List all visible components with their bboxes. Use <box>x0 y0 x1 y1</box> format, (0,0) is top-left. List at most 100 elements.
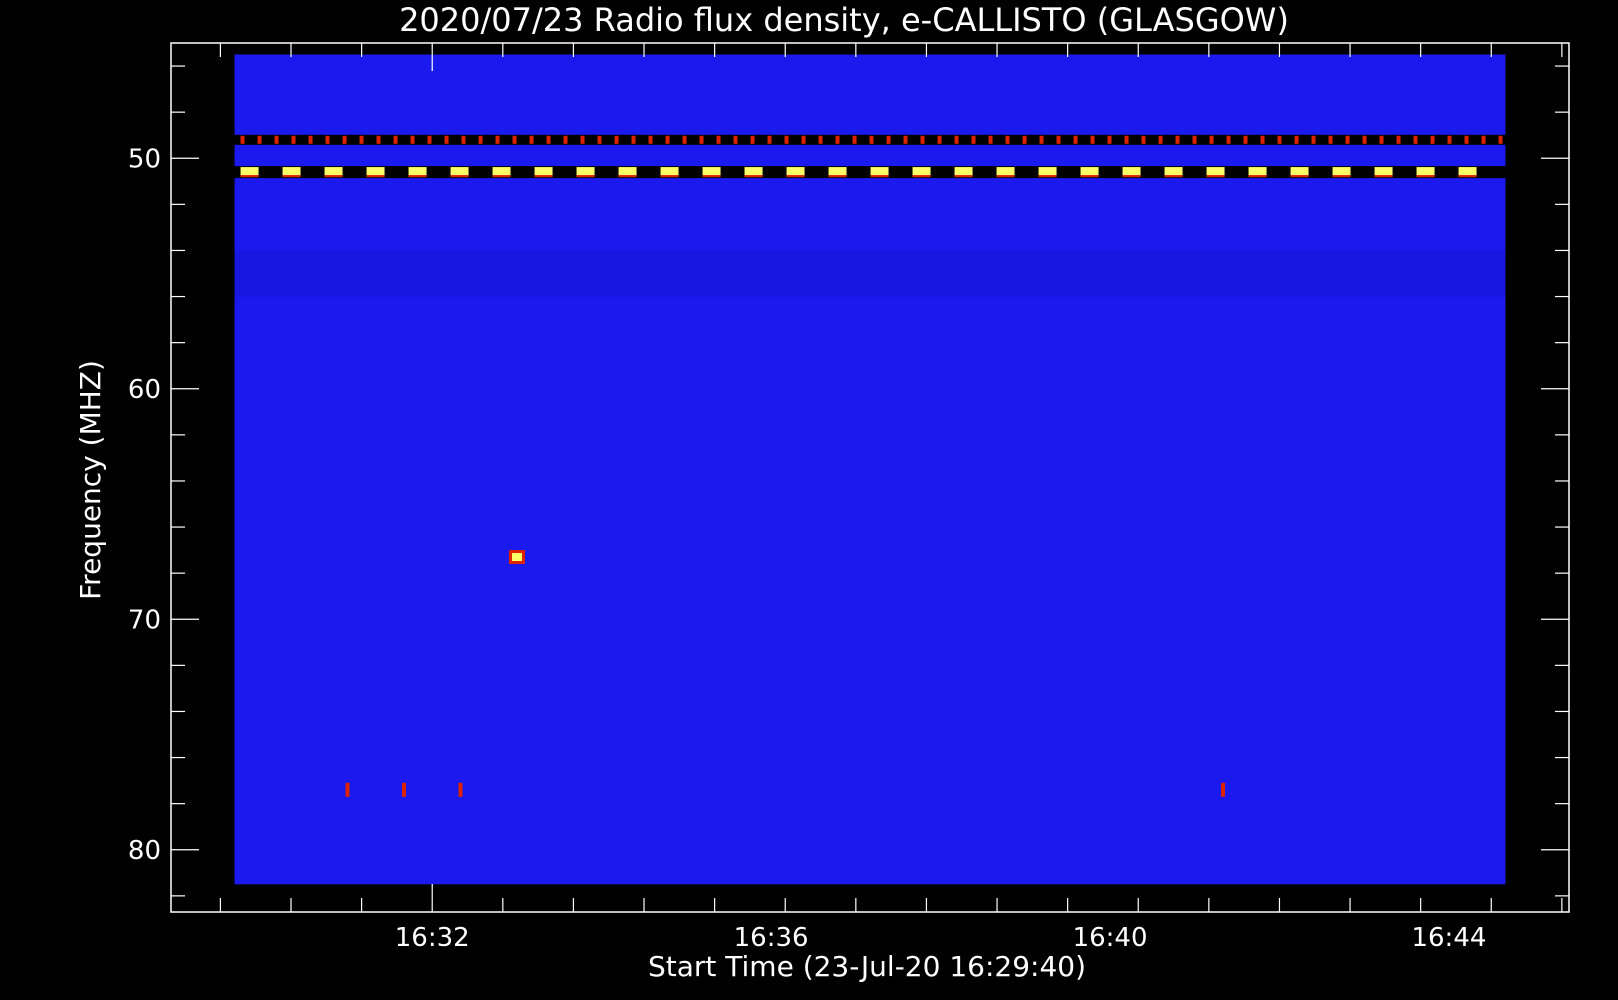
band-dash-edge <box>450 175 469 178</box>
band-dash <box>1430 135 1435 144</box>
band-dash-edge <box>828 175 847 178</box>
band-dash <box>1396 135 1401 144</box>
band-dash <box>699 135 704 144</box>
band-dash <box>1107 135 1112 144</box>
y-tick-label: 50 <box>128 144 161 174</box>
heatmap-noise-band <box>234 250 1506 297</box>
band-dash <box>818 135 823 144</box>
band-dash <box>580 135 585 144</box>
band-dash <box>665 135 670 144</box>
band-dash <box>444 135 449 144</box>
y-tick-label: 60 <box>128 375 161 405</box>
heatmap-background <box>234 54 1506 885</box>
band-dash <box>512 135 517 144</box>
heatmap-layer <box>234 54 1506 885</box>
band-dash-edge <box>1248 175 1267 178</box>
band-dash-edge <box>1080 175 1099 178</box>
band-dash <box>682 135 687 144</box>
band-dash-edge <box>1374 175 1393 178</box>
band-dash <box>631 135 636 144</box>
band-dash <box>563 135 568 144</box>
spike-point <box>402 782 406 797</box>
band-dash-edge <box>576 175 595 178</box>
band-dash <box>1243 135 1248 144</box>
band-dash <box>1328 135 1333 144</box>
band-dash-edge <box>1122 175 1141 178</box>
band-dash <box>1362 135 1367 144</box>
band-dash-edge <box>786 175 805 178</box>
band-dash-edge <box>954 175 973 178</box>
band-dash <box>648 135 653 144</box>
band-dash <box>1090 135 1095 144</box>
band-dash <box>1056 135 1061 144</box>
x-tick-label: 16:44 <box>1411 923 1486 953</box>
y-tick-label: 70 <box>128 605 161 635</box>
band-dash <box>1175 135 1180 144</box>
band-dash-edge <box>1458 175 1477 178</box>
band-dash <box>1413 135 1418 144</box>
band-dash <box>597 135 602 144</box>
band-dash-edge <box>870 175 889 178</box>
band-dash <box>291 135 296 144</box>
band-dash <box>478 135 483 144</box>
band-dash-edge <box>1164 175 1183 178</box>
band-dash <box>1481 135 1486 144</box>
band-dash-edge <box>282 175 301 178</box>
band-dash <box>359 135 364 144</box>
band-dash <box>1039 135 1044 144</box>
band-dash <box>869 135 874 144</box>
band-dash-edge <box>618 175 637 178</box>
band-dash <box>257 135 262 144</box>
x-tick-label: 16:40 <box>1073 923 1148 953</box>
band-dash <box>886 135 891 144</box>
band-dash-edge <box>240 175 259 178</box>
band-dash <box>1158 135 1163 144</box>
spectrogram-chart: 2020/07/23 Radio flux density, e-CALLIST… <box>0 0 1618 1000</box>
band-dash <box>1277 135 1282 144</box>
band-dash-edge <box>1416 175 1435 178</box>
band-dash <box>376 135 381 144</box>
band-dash <box>274 135 279 144</box>
band-dash-edge <box>996 175 1015 178</box>
band-dash <box>937 135 942 144</box>
band-dash <box>716 135 721 144</box>
band-dash <box>614 135 619 144</box>
spike-point <box>458 782 463 797</box>
band-dash <box>240 135 245 144</box>
band-dash <box>393 135 398 144</box>
band-dash <box>1226 135 1231 144</box>
chart-canvas: 2020/07/23 Radio flux density, e-CALLIST… <box>74 1 1570 983</box>
band-dash <box>325 135 330 144</box>
spike-point <box>345 782 350 797</box>
band-dash <box>1209 135 1214 144</box>
band-dash-edge <box>1332 175 1351 178</box>
band-dash <box>1294 135 1299 144</box>
band-dash-edge <box>324 175 343 178</box>
x-axis-label: Start Time (23-Jul-20 16:29:40) <box>648 950 1086 983</box>
band-dash <box>1073 135 1078 144</box>
band-dash-edge <box>744 175 763 178</box>
band-dash <box>835 135 840 144</box>
band-dash <box>1447 135 1452 144</box>
band-dash <box>903 135 908 144</box>
band-dash <box>1192 135 1197 144</box>
band-dash <box>801 135 806 144</box>
band-dash <box>767 135 772 144</box>
chart-title: 2020/07/23 Radio flux density, e-CALLIST… <box>399 1 1289 39</box>
band-dash <box>784 135 789 144</box>
band-dash-edge <box>660 175 679 178</box>
band-dash <box>1005 135 1010 144</box>
band-dash <box>988 135 993 144</box>
band-dash <box>750 135 755 144</box>
band-dash-edge <box>912 175 931 178</box>
band-dash-edge <box>702 175 721 178</box>
band-dash <box>971 135 976 144</box>
x-tick-label: 16:36 <box>734 923 809 953</box>
band-dash <box>529 135 534 144</box>
band-dash <box>852 135 857 144</box>
band-dash <box>1464 135 1469 144</box>
y-tick-label: 80 <box>128 836 161 866</box>
band-dash <box>495 135 500 144</box>
band-dash <box>1498 135 1503 144</box>
band-dash <box>1311 135 1316 144</box>
